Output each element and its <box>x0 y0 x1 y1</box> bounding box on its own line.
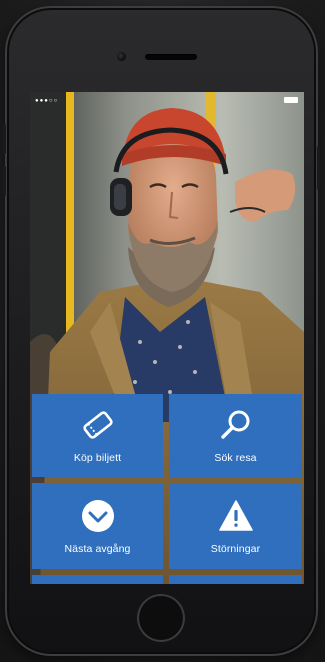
signal-dots-icon: ●●●○○ <box>35 98 59 104</box>
power-button <box>317 146 320 190</box>
home-button[interactable] <box>137 594 185 642</box>
tile-disruptions[interactable]: Störningar <box>169 483 302 569</box>
tile-search-journey[interactable]: Sök resa <box>169 394 302 477</box>
tile-next-departure-label: Nästa avgång <box>64 542 131 555</box>
battery-icon <box>284 97 298 103</box>
app-screen: ●●●○○ Köp biljett Sök resa Nästa avgång … <box>30 92 304 584</box>
tile-disruptions-label: Störningar <box>210 542 261 555</box>
tile-buy-ticket-label: Köp biljett <box>73 452 122 464</box>
tile-search-journey-label: Sök resa <box>214 452 257 464</box>
chevron-down-circle-icon <box>81 499 114 532</box>
front-camera <box>117 52 126 61</box>
ticket-icon <box>82 411 113 439</box>
menu-grid: Köp biljett Sök resa Nästa avgång Störni… <box>30 392 304 584</box>
tile-buy-ticket[interactable]: Köp biljett <box>32 394 163 477</box>
earpiece-speaker <box>145 54 197 60</box>
volume-button-up <box>3 124 6 154</box>
status-bar: ●●●○○ <box>30 92 304 106</box>
tile-partial-left[interactable] <box>32 575 163 584</box>
search-icon <box>220 410 249 439</box>
volume-button-down <box>3 166 6 196</box>
tile-partial-right[interactable] <box>169 575 302 584</box>
tile-next-departure[interactable]: Nästa avgång <box>32 483 163 569</box>
warning-icon <box>218 499 253 531</box>
